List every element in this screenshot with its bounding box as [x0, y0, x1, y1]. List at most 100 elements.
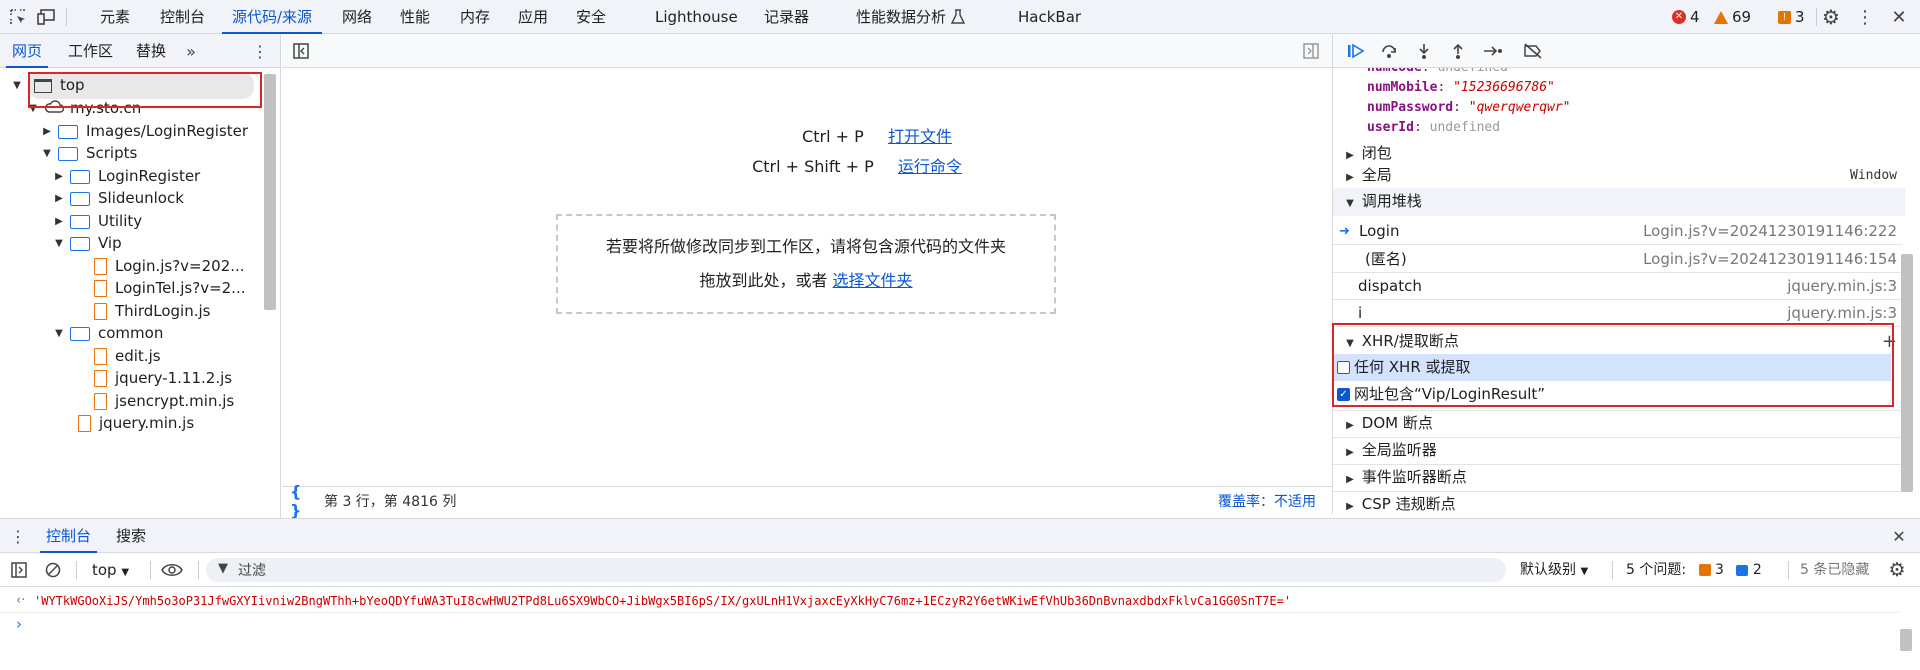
callstack-frame[interactable]: (匿名) Login.js?v=20241230191146:154	[1333, 246, 1903, 273]
collapsed-triangle-icon: ▶	[1346, 474, 1354, 485]
tab-workspace[interactable]: 工作区	[62, 34, 119, 68]
scope-var-row: userId: undefined	[1367, 120, 1501, 135]
workspace-drop-zone[interactable]: 若要将所做修改同步到工作区，请将包含源代码的文件夹 拖放到此处，或者 选择文件夹	[556, 214, 1056, 314]
tab-network[interactable]: 网络	[332, 0, 382, 34]
var-name: numMobile	[1367, 80, 1438, 95]
select-folder-link[interactable]: 选择文件夹	[833, 271, 913, 290]
navigator-menu-icon[interactable]: ⋮	[250, 42, 270, 61]
step-into-icon[interactable]	[1413, 42, 1435, 60]
console-scrollbar[interactable]	[1900, 629, 1912, 651]
callstack-frame[interactable]: ➜ Login Login.js?v=20241230191146:222	[1333, 218, 1903, 245]
tab-performance-insights[interactable]: 性能数据分析	[846, 0, 956, 34]
section-dom-breakpoints[interactable]: ▶ DOM 断点	[1333, 410, 1905, 437]
drawer-tabbar: ⋮ 控制台 搜索 ✕	[0, 519, 1920, 553]
more-tabs-chevron-icon[interactable]: »	[180, 42, 202, 61]
tab-recorder[interactable]: 记录器	[754, 0, 819, 34]
section-callstack-header[interactable]: ▼ 调用堆栈	[1333, 188, 1905, 216]
issues-info-count: 2	[1752, 562, 1762, 578]
scope-global[interactable]: ▶ 全局 Window	[1343, 162, 1903, 189]
collapsed-triangle-icon: ▶	[1346, 501, 1354, 512]
open-file-link[interactable]: 打开文件	[888, 127, 952, 146]
highlight-box-xhr	[1332, 323, 1894, 407]
tree-item-file[interactable]: jquery.min.js	[72, 410, 194, 437]
var-value: "15236696786"	[1453, 80, 1555, 95]
inspect-element-icon[interactable]	[8, 7, 28, 27]
drawer-menu-icon[interactable]: ⋮	[10, 527, 26, 546]
clear-console-icon[interactable]	[44, 561, 62, 579]
step-over-icon[interactable]	[1379, 42, 1401, 60]
step-out-icon[interactable]	[1447, 42, 1469, 60]
log-level-select[interactable]: 默认级别 ▼	[1520, 560, 1588, 582]
pretty-print-icon[interactable]: { }	[290, 482, 312, 520]
section-label: CSP 违规断点	[1361, 495, 1456, 513]
resume-icon[interactable]	[1345, 42, 1367, 60]
filter-input[interactable]: ▼ 过滤	[206, 558, 1506, 582]
run-command-link[interactable]: 运行命令	[898, 157, 962, 176]
current-frame-arrow-icon: ➜	[1339, 224, 1350, 239]
section-csp-breakpoints[interactable]: ▶ CSP 违规断点	[1333, 491, 1905, 514]
step-icon[interactable]	[1481, 42, 1505, 60]
tab-memory[interactable]: 内存	[450, 0, 500, 34]
devtools-main-toolbar: 元素 控制台 源代码/来源 网络 性能 内存 应用 安全 Lighthouse …	[0, 0, 1920, 34]
tab-lighthouse[interactable]: Lighthouse	[645, 0, 748, 34]
scope-var-row: numMobile: "15236696786"	[1367, 80, 1555, 95]
collapsed-triangle-icon: ▶	[1346, 447, 1354, 458]
editor-toolbar	[282, 34, 1332, 68]
hidden-count: 5 条已隐藏	[1800, 562, 1870, 578]
toolbar-divider	[1816, 8, 1817, 26]
tab-application[interactable]: 应用	[508, 0, 558, 34]
shortcut-run-command: Ctrl + Shift + P 运行命令	[282, 152, 1332, 182]
live-expression-eye-icon[interactable]	[160, 561, 184, 579]
shortcut-keys: Ctrl + P	[802, 127, 864, 146]
folder-icon	[70, 169, 90, 184]
cursor-position: 第 3 行，第 4816 列	[324, 494, 457, 510]
prompt-chevron-icon: ›	[16, 615, 22, 633]
toggle-navigator-icon[interactable]	[292, 42, 310, 60]
tree-item-label: jquery.min.js	[99, 414, 195, 432]
more-options-icon[interactable]: ⋮	[1854, 6, 1876, 28]
tab-performance[interactable]: 性能	[390, 0, 440, 34]
section-event-listener-breakpoints[interactable]: ▶ 事件监听器断点	[1333, 464, 1905, 491]
scope-var-row: numCode: undefined	[1367, 68, 1905, 78]
tree-scrollbar[interactable]	[264, 74, 276, 310]
deactivate-breakpoints-icon[interactable]	[1521, 42, 1545, 60]
debugger-sidebar: numCode: undefined numMobile: "152366967…	[1332, 34, 1920, 514]
drop-instructions: 若要将所做修改同步到工作区，请将包含源代码的文件夹	[605, 237, 1006, 256]
issue-warning-icon	[1698, 564, 1711, 576]
warning-count-badge[interactable]: 69	[1714, 8, 1774, 26]
drawer-tab-console[interactable]: 控制台	[40, 519, 98, 553]
collapsed-triangle-icon: ▶	[1346, 420, 1354, 431]
warning-count: 69	[1732, 8, 1752, 26]
error-count: 4	[1690, 8, 1700, 26]
coverage-status[interactable]: 覆盖率：不适用	[1218, 491, 1316, 511]
tab-hackbar[interactable]: HackBar	[1008, 0, 1091, 34]
tab-elements[interactable]: 元素	[90, 0, 140, 34]
frame-location: jquery.min.js:3	[1787, 277, 1897, 295]
callstack-frame[interactable]: dispatch jquery.min.js:3	[1333, 273, 1903, 300]
drop-line-2: 拖放到此处，或者 选择文件夹	[558, 264, 1054, 298]
console-settings-gear-icon[interactable]: ⚙	[1886, 559, 1908, 581]
tab-page[interactable]: 网页	[6, 34, 49, 68]
tab-console[interactable]: 控制台	[150, 0, 215, 34]
toggle-debugger-icon[interactable]	[1302, 42, 1320, 60]
debugger-scrollbar[interactable]	[1901, 254, 1913, 492]
issues-label: 5 个问题:	[1626, 562, 1687, 578]
issues-counter[interactable]: 5 个问题: 3 2	[1626, 560, 1762, 580]
console-prompt[interactable]: ›	[0, 615, 1900, 637]
tab-sources[interactable]: 源代码/来源	[222, 0, 323, 34]
issues-count-badge[interactable]: ! 3	[1778, 8, 1818, 26]
close-drawer-icon[interactable]: ✕	[1890, 527, 1908, 546]
tab-security[interactable]: 安全	[566, 0, 616, 34]
var-name: numPassword	[1367, 100, 1454, 115]
expand-triangle-icon: ▼	[1346, 198, 1354, 209]
close-devtools-icon[interactable]: ✕	[1888, 6, 1910, 28]
tab-overrides[interactable]: 替换	[130, 34, 172, 68]
device-toolbar-icon[interactable]	[36, 7, 56, 27]
return-value-arrow-icon: ‹·	[16, 593, 26, 608]
console-sidebar-icon[interactable]	[10, 561, 28, 579]
settings-gear-icon[interactable]: ⚙	[1820, 5, 1842, 29]
drawer-tab-search[interactable]: 搜索	[110, 519, 152, 553]
context-selector[interactable]: top ▼	[92, 560, 129, 583]
file-icon	[94, 258, 107, 275]
section-global-listeners[interactable]: ▶ 全局监听器	[1333, 437, 1905, 464]
